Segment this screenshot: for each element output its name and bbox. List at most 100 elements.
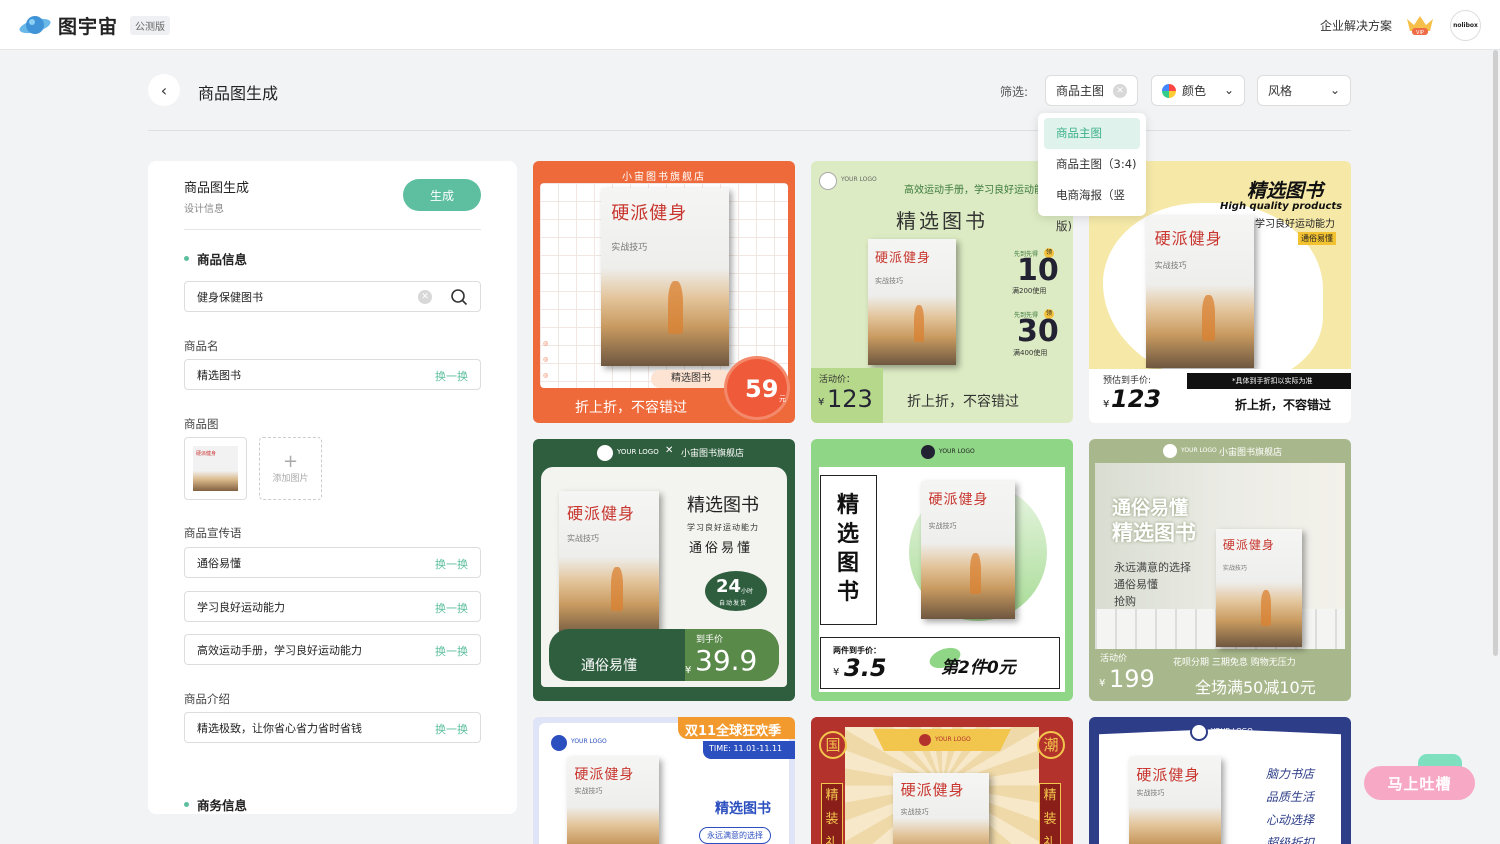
filter-type-select[interactable]: 商品主图 ✕ <box>1045 75 1138 106</box>
book-cover: 硬派健身 实战技巧 <box>1129 757 1221 844</box>
swap-button[interactable]: 换一换 <box>435 721 468 737</box>
result-card[interactable]: YOUR LOGO 双11全球狂欢季 TIME: 11.01-11.11 硬派健… <box>533 717 795 844</box>
tagline: 高效运动手册，学习良好运动能力 <box>904 185 1054 196</box>
app-name: 图宇宙 <box>58 16 119 38</box>
filter-color-value: 颜色 <box>1182 84 1207 98</box>
product-search-input[interactable]: 健身保健图书 ✕ <box>184 281 481 312</box>
search-icon[interactable] <box>450 288 468 306</box>
user-avatar[interactable]: nolibox <box>1450 10 1481 41</box>
result-card[interactable]: 小宙图书旗舰店 硬派健身 实战技巧 ◎ ◎ ◎ 精选图书 59 元 折上折，不容错过 <box>533 161 795 423</box>
swap-button[interactable]: 换一换 <box>435 643 468 659</box>
back-button[interactable]: ‹ <box>148 74 180 106</box>
ship-hours-unit: 小时 <box>741 588 754 595</box>
dropdown-option[interactable]: 电商海报（竖版) <box>1044 180 1140 233</box>
section-business-info: 商务信息 <box>184 795 247 814</box>
result-card[interactable]: YOUR LOGO 高效运动手册，学习良好运动能力 精选图书 硬派健身 实战技巧 … <box>811 161 1073 423</box>
logo-text: YOUR LOGO <box>939 448 975 455</box>
feature-line: 永远满意的选择 <box>1114 561 1191 574</box>
currency: ¥ <box>833 667 840 678</box>
headline-1: 通俗易懂 <box>1112 497 1189 519</box>
tagline: 学习良好运动能力 <box>1255 219 1335 230</box>
chevron-left-icon: ‹ <box>160 80 168 100</box>
dropdown-option[interactable]: 商品主图（3:4) <box>1044 149 1140 180</box>
currency: ¥ <box>1103 399 1110 410</box>
slogan-field[interactable]: 通俗易懂 换一换 <box>184 547 481 578</box>
feature-line: 品质生活 <box>1266 790 1315 804</box>
product-name-field[interactable]: 精选图书 换一换 <box>184 359 481 390</box>
slogan-value: 通俗易懂 <box>197 556 241 570</box>
product-name: 精选图书 <box>687 495 759 516</box>
header-divider <box>148 130 1351 131</box>
book-cover: 硬派健身 实战技巧 <box>567 757 659 844</box>
generate-button[interactable]: 生成 <box>403 179 481 211</box>
filter-style-select[interactable]: 风格 ⌄ <box>1257 75 1351 106</box>
installment-note: 花呗分期 三期免息 购物无压力 <box>1173 658 1296 668</box>
feature-line: 超级折扣 <box>1266 836 1315 844</box>
feature-line: 脑力书店 <box>1266 767 1315 781</box>
product-name: 精选图书 <box>1247 180 1324 202</box>
badge-left: 国 <box>819 731 847 759</box>
product-name: 精选图书 <box>715 801 771 817</box>
swap-button[interactable]: 换一换 <box>435 368 468 384</box>
plus-icon: + <box>282 451 299 472</box>
chevron-down-icon: ⌄ <box>1223 83 1234 97</box>
product-image-thumbnail[interactable]: 硬派健身 <box>184 437 247 500</box>
currency: ¥ <box>818 397 825 408</box>
tagline: 永远满意的选择 <box>699 827 771 844</box>
page-title: 商品图生成 <box>198 84 279 103</box>
result-card[interactable]: YOUR LOGO 硬派健身 实战技巧 脑力书店 品质生活 心动选择 超级折扣 <box>1089 717 1351 844</box>
logo-text: YOUR LOGO <box>1181 447 1217 454</box>
price-label: 活动价： <box>819 375 856 385</box>
tag: 通俗易懂 <box>689 541 754 556</box>
result-card[interactable]: YOUR LOGO ✕ 小宙图书旗舰店 硬派健身 实战技巧 精选图书 学习良好运动… <box>533 439 795 701</box>
book-cover: 硬派健身 实战技巧 <box>601 188 729 366</box>
beta-badge: 公测版 <box>130 16 171 35</box>
headline-2: 精选图书 <box>1112 521 1196 545</box>
filter-type-value: 商品主图 <box>1056 84 1105 98</box>
filter-style-value: 风格 <box>1268 84 1293 98</box>
book-cover: 硬派健身 实战技巧 <box>1146 216 1254 368</box>
filter-color-select[interactable]: 颜色 ⌄ <box>1151 75 1245 106</box>
logo-text: YOUR LOGO <box>841 176 877 183</box>
app-logo[interactable]: 图宇宙 公测版 <box>18 12 171 39</box>
slogan: 折上折，不容错过 <box>575 400 687 416</box>
price: 123 <box>1111 385 1162 413</box>
result-card[interactable]: 国 潮 YOUR LOGO 精装礼 精装礼 硬派健身 实战技巧 <box>811 717 1073 844</box>
slogan-label: 商品宣传语 <box>184 526 242 540</box>
english-tagline: High quality products <box>1220 201 1343 212</box>
slogan-field[interactable]: 学习良好运动能力 换一换 <box>184 591 481 622</box>
coupon-value: 30 <box>1017 314 1059 349</box>
logo-text: YOUR LOGO <box>617 448 659 456</box>
price-label: 活动价 <box>1100 654 1128 664</box>
intro-label: 商品介绍 <box>184 692 230 706</box>
clear-filter-icon[interactable]: ✕ <box>1113 84 1127 98</box>
slogan-value: 学习良好运动能力 <box>197 600 285 614</box>
swap-button[interactable]: 换一换 <box>435 600 468 616</box>
scrollbar[interactable] <box>1493 50 1498 656</box>
dropdown-option[interactable]: 商品主图 <box>1044 118 1140 149</box>
book-cover: 硬派健身 实战技巧 <box>893 773 989 844</box>
clear-search-icon[interactable]: ✕ <box>418 290 432 304</box>
enterprise-solutions-link[interactable]: 企业解决方案 <box>1320 17 1392 34</box>
slogan-field[interactable]: 高效运动手册，学习良好运动能力 换一换 <box>184 634 481 665</box>
section-product-info: 商品信息 <box>184 249 247 268</box>
coupon-note: 满200使用 <box>1012 287 1047 295</box>
promo: 第2件0元 <box>941 658 1016 678</box>
store-name: 小宙图书旗舰店 <box>1219 448 1283 458</box>
badge-right: 潮 <box>1037 731 1065 759</box>
tag: 通俗易懂 <box>1298 232 1336 245</box>
form-subtitle: 设计信息 <box>184 204 224 215</box>
feature-line: 通俗易懂 <box>1114 578 1158 591</box>
vip-crown-icon[interactable]: VIP <box>1404 13 1436 37</box>
coupon-note: 满400使用 <box>1013 349 1048 357</box>
price-note: *具体到手折扣以实际为准 <box>1232 377 1313 385</box>
add-image-button[interactable]: + 添加图片 <box>259 437 322 500</box>
result-card[interactable]: YOUR LOGO 小宙图书旗舰店 通俗易懂 精选图书 永远满意的选择 通俗易懂… <box>1089 439 1351 701</box>
swap-button[interactable]: 换一换 <box>435 556 468 572</box>
vertical-title-4: 书 <box>837 580 860 605</box>
feedback-button[interactable]: 马上吐槽 <box>1364 766 1475 800</box>
result-card[interactable]: YOUR LOGO 精 选 图 书 硬派健身 实战技巧 两件到手价： ¥ 3.5 … <box>811 439 1073 701</box>
tagline: 学习良好运动能力 <box>687 523 759 532</box>
form-divider <box>184 229 481 230</box>
intro-field[interactable]: 精选极致，让你省心省力省时省钱 换一换 <box>184 712 481 743</box>
